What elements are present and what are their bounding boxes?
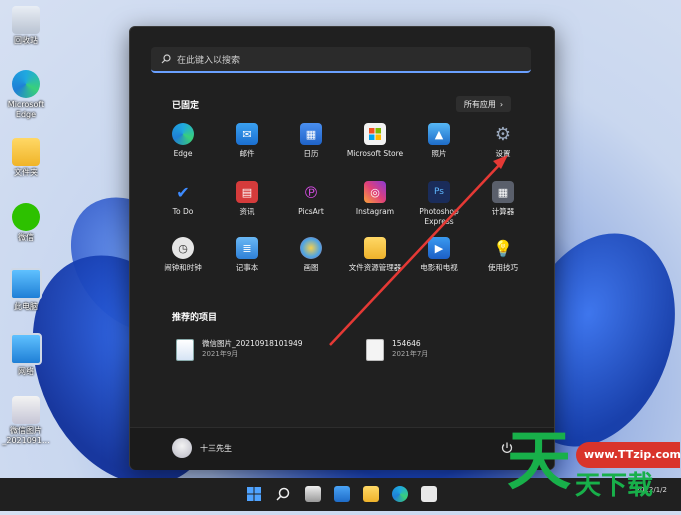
widgets-icon[interactable] — [334, 486, 350, 502]
file-explorer-icon[interactable] — [363, 486, 379, 502]
store-icon[interactable] — [421, 486, 437, 502]
edge-icon[interactable] — [392, 486, 408, 502]
watermark-url: www.TTzip.com — [584, 448, 681, 461]
annotation-arrow — [329, 155, 508, 346]
start-icon[interactable] — [246, 486, 262, 502]
search-icon[interactable] — [275, 486, 291, 502]
watermark-logo-text: 天下载 — [575, 471, 654, 501]
watermark-logo-char: 天 — [507, 425, 571, 499]
task-view-icon[interactable] — [305, 486, 321, 502]
